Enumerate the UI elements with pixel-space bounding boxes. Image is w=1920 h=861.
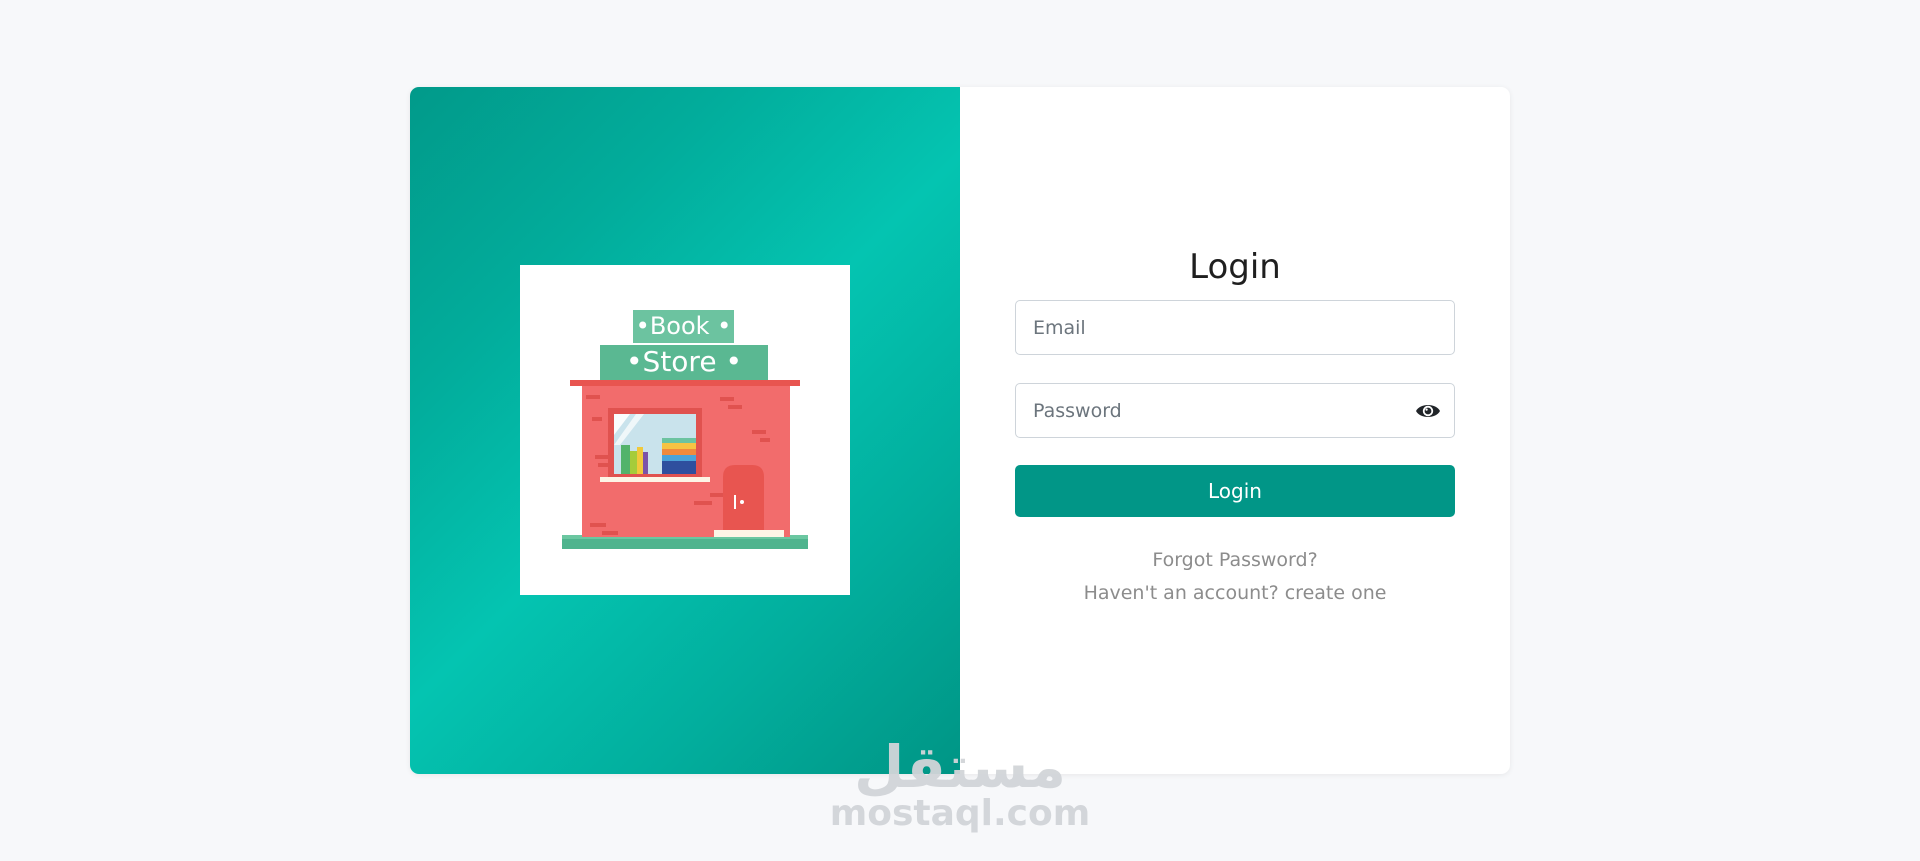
login-card: •Book • •Store • Login Email Login Forgo… <box>410 87 1510 774</box>
login-title: Login <box>1189 247 1281 287</box>
password-field-wrapper <box>1015 383 1455 438</box>
login-button[interactable]: Login <box>1015 465 1455 517</box>
email-field[interactable] <box>1016 301 1454 354</box>
sign-top-text: •Book • <box>636 312 732 340</box>
watermark-logo: مستقل <box>853 733 1067 801</box>
bookstore-illustration: •Book • •Store • <box>520 265 850 595</box>
eye-icon[interactable] <box>1414 400 1442 422</box>
bookstore-image: •Book • •Store • <box>562 310 808 549</box>
forgot-password-link[interactable]: Forgot Password? <box>960 549 1510 571</box>
email-field-wrapper <box>1015 300 1455 355</box>
page: •Book • •Store • Login Email Login Forgo… <box>0 0 1920 861</box>
sign-bottom-text: •Store • <box>626 345 742 378</box>
create-account-link[interactable]: Haven't an account? create one <box>960 582 1510 604</box>
login-form-panel: Login Login Forgot Password? Haven't an <box>960 87 1510 774</box>
password-field[interactable] <box>1016 384 1454 437</box>
mostaql-watermark: مستقل mostaql.com <box>810 738 1110 832</box>
brand-panel: •Book • •Store • <box>410 87 960 774</box>
watermark-domain: mostaql.com <box>829 793 1091 834</box>
